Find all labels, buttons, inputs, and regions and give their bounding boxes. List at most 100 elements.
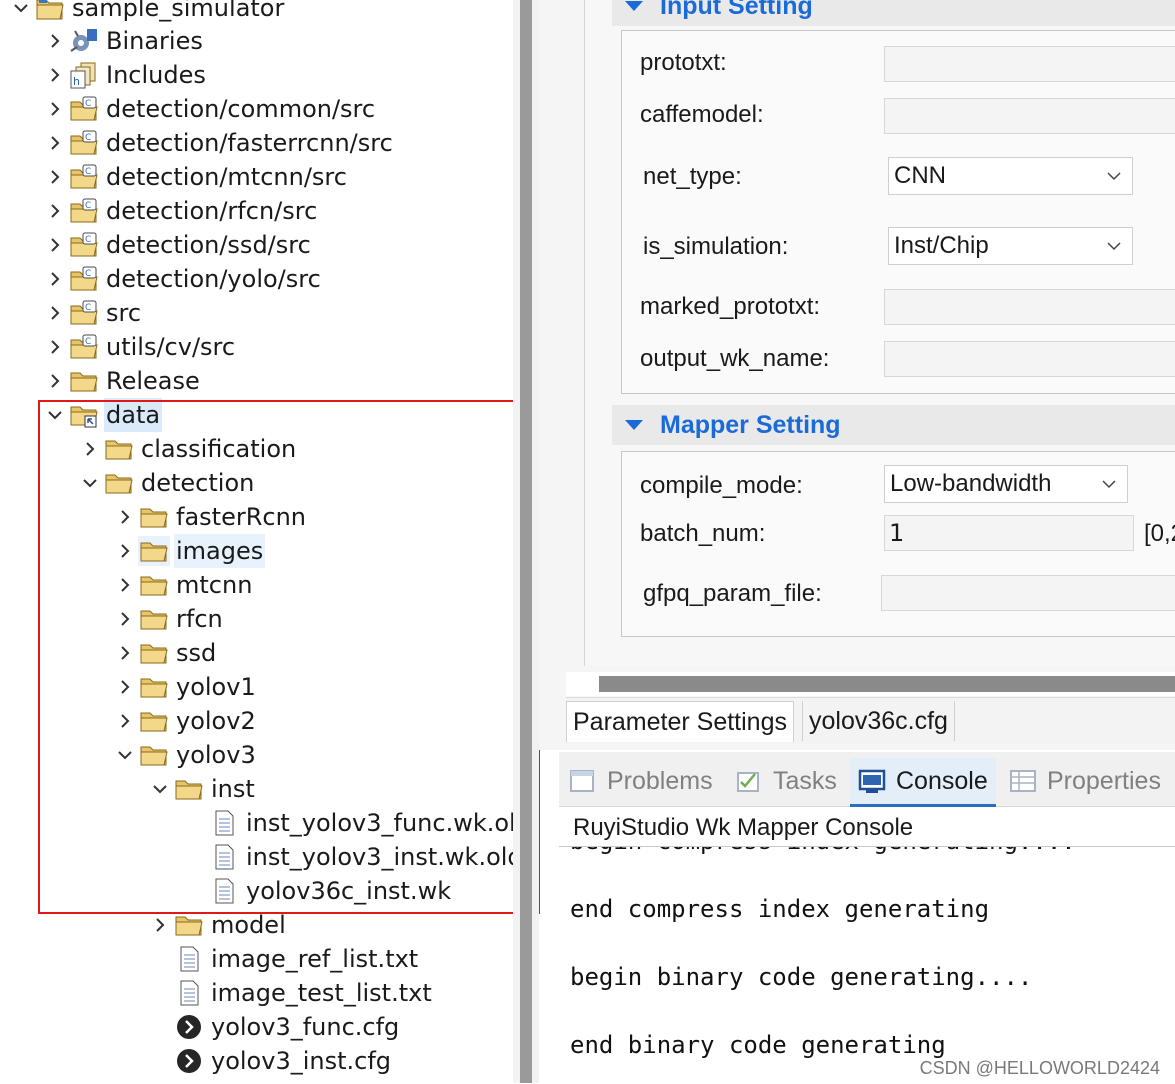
chevron-right-icon[interactable] xyxy=(42,126,68,160)
project-explorer: sample_simulator Binaries h Includes C d… xyxy=(0,0,513,1083)
tree-node-source-folder[interactable]: C utils/cv/src xyxy=(42,330,237,364)
prototxt-field[interactable] xyxy=(884,46,1175,82)
scrollbar-thumb[interactable] xyxy=(599,676,1175,692)
cfg-file-icon xyxy=(173,1012,205,1042)
chevron-down-icon[interactable] xyxy=(8,0,34,25)
marked-prototxt-field[interactable] xyxy=(884,289,1175,325)
folder-icon xyxy=(173,774,205,804)
chevron-right-icon[interactable] xyxy=(112,636,138,670)
tree-node-folder[interactable]: yolov3 xyxy=(112,738,258,772)
tree-node-source-folder[interactable]: C detection/fasterrcnn/src xyxy=(42,126,395,160)
tree-node-includes[interactable]: h Includes xyxy=(42,58,208,92)
tree-node-cfg-file[interactable]: yolov3_inst.cfg xyxy=(147,1044,393,1078)
tree-node-folder[interactable]: mtcnn xyxy=(112,568,254,602)
chevron-right-icon[interactable] xyxy=(42,160,68,194)
compile-mode-combo[interactable]: Low-bandwidth xyxy=(884,465,1128,503)
tree-node-root[interactable]: sample_simulator xyxy=(8,0,286,25)
collapse-triangle-icon[interactable] xyxy=(624,419,644,431)
tab-parameter-settings[interactable]: Parameter Settings xyxy=(566,701,794,742)
tree-node-file[interactable]: inst_yolov3_inst.wk.old xyxy=(182,840,513,874)
view-tabs: Problems Tasks Console Properties xyxy=(559,752,1175,807)
chevron-down-icon[interactable] xyxy=(1106,170,1122,182)
horizontal-scrollbar[interactable] xyxy=(566,672,1175,696)
tree-node-file[interactable]: yolov36c_inst.wk xyxy=(182,874,453,908)
tree-node-source-folder[interactable]: C src xyxy=(42,296,143,330)
chevron-right-icon[interactable] xyxy=(112,602,138,636)
input-setting-header[interactable]: Input Setting xyxy=(612,0,1175,26)
chevron-right-icon[interactable] xyxy=(112,704,138,738)
chevron-right-icon[interactable] xyxy=(147,908,173,942)
tree-node-classification[interactable]: classification xyxy=(77,432,298,466)
chevron-right-icon[interactable] xyxy=(42,296,68,330)
tree-label: detection/common/src xyxy=(106,95,376,123)
prototxt-label: prototxt: xyxy=(640,49,727,76)
tree-node-source-folder[interactable]: C detection/ssd/src xyxy=(42,228,313,262)
caffemodel-field[interactable] xyxy=(884,98,1175,134)
tree-node-file[interactable]: image_test_list.txt xyxy=(147,976,434,1010)
tree-node-source-folder[interactable]: C detection/mtcnn/src xyxy=(42,160,349,194)
tab-properties[interactable]: Properties xyxy=(1009,758,1161,804)
tree-node-detection[interactable]: detection xyxy=(77,466,256,500)
tree-node-folder[interactable]: yolov1 xyxy=(112,670,258,704)
is-simulation-combo[interactable]: Inst/Chip xyxy=(888,227,1133,265)
batch-num-field[interactable]: 1 xyxy=(884,515,1134,551)
chevron-down-icon[interactable] xyxy=(42,398,68,432)
chevron-right-icon[interactable] xyxy=(42,364,68,398)
chevron-right-icon[interactable] xyxy=(42,194,68,228)
tree-node-folder[interactable]: fasterRcnn xyxy=(112,500,308,534)
is-simulation-label: is_simulation: xyxy=(643,233,789,260)
chevron-right-icon[interactable] xyxy=(42,228,68,262)
tree-node-release[interactable]: Release xyxy=(42,364,202,398)
tree-node-folder[interactable]: yolov2 xyxy=(112,704,258,738)
tree-node-folder[interactable]: inst xyxy=(147,772,257,806)
chevron-right-icon[interactable] xyxy=(112,568,138,602)
gfpq-param-file-field[interactable] xyxy=(881,575,1175,611)
output-wk-name-field[interactable] xyxy=(884,341,1175,377)
tree-node-source-folder[interactable]: C detection/yolo/src xyxy=(42,262,323,296)
tab-tasks[interactable]: Tasks xyxy=(735,758,837,804)
tree-node-source-folder[interactable]: C detection/common/src xyxy=(42,92,377,126)
chevron-down-icon[interactable] xyxy=(1106,240,1122,252)
folder-icon xyxy=(103,434,135,464)
mapper-setting-header[interactable]: Mapper Setting xyxy=(612,405,1175,445)
tree-node-data[interactable]: data xyxy=(42,398,163,432)
chevron-right-icon[interactable] xyxy=(112,670,138,704)
tree-node-file[interactable]: inst_yolov3_func.wk.old xyxy=(182,806,513,840)
chevron-right-icon[interactable] xyxy=(42,92,68,126)
tree-node-source-folder[interactable]: C detection/rfcn/src xyxy=(42,194,319,228)
console-output[interactable]: begin compress index generating.... end … xyxy=(559,846,1175,1084)
mapper-setting-group: compile_mode: Low-bandwidth batch_num: 1… xyxy=(621,451,1175,637)
chevron-right-icon[interactable] xyxy=(42,330,68,364)
chevron-right-icon[interactable] xyxy=(42,24,68,58)
tab-problems[interactable]: Problems xyxy=(569,758,713,804)
tree-node-folder[interactable]: rfcn xyxy=(112,602,225,636)
console-line: begin binary code generating.... xyxy=(570,963,1033,991)
chevron-right-icon[interactable] xyxy=(112,500,138,534)
collapse-triangle-icon[interactable] xyxy=(624,0,644,12)
scrollbar-thumb[interactable] xyxy=(520,0,532,1083)
chevron-right-icon[interactable] xyxy=(112,534,138,568)
vertical-scrollbar[interactable] xyxy=(513,0,539,1083)
tree-node-folder[interactable]: ssd xyxy=(112,636,218,670)
tab-yolov36c-cfg[interactable]: yolov36c.cfg xyxy=(802,701,955,741)
net-type-combo[interactable]: CNN xyxy=(888,157,1133,195)
tree-node-folder[interactable]: model xyxy=(147,908,288,942)
tree-label: images xyxy=(174,534,266,568)
tree-node-cfg-file[interactable]: yolov3_func.cfg xyxy=(147,1010,401,1044)
tree-node-file[interactable]: image_ref_list.txt xyxy=(147,942,420,976)
chevron-down-icon[interactable] xyxy=(77,466,103,500)
chevron-down-icon[interactable] xyxy=(1101,478,1117,490)
chevron-down-icon[interactable] xyxy=(112,738,138,772)
chevron-right-icon[interactable] xyxy=(42,58,68,92)
tree-node-binaries[interactable]: Binaries xyxy=(42,24,205,58)
folder-icon xyxy=(138,706,170,736)
tab-console[interactable]: Console xyxy=(850,758,996,807)
svg-text:C: C xyxy=(85,167,91,177)
chevron-right-icon[interactable] xyxy=(42,262,68,296)
folder-icon xyxy=(103,468,135,498)
tree-node-folder[interactable]: images xyxy=(112,534,266,568)
linked-folder-icon xyxy=(68,400,100,430)
chevron-right-icon[interactable] xyxy=(77,432,103,466)
chevron-down-icon[interactable] xyxy=(147,772,173,806)
tasks-icon xyxy=(737,772,759,792)
